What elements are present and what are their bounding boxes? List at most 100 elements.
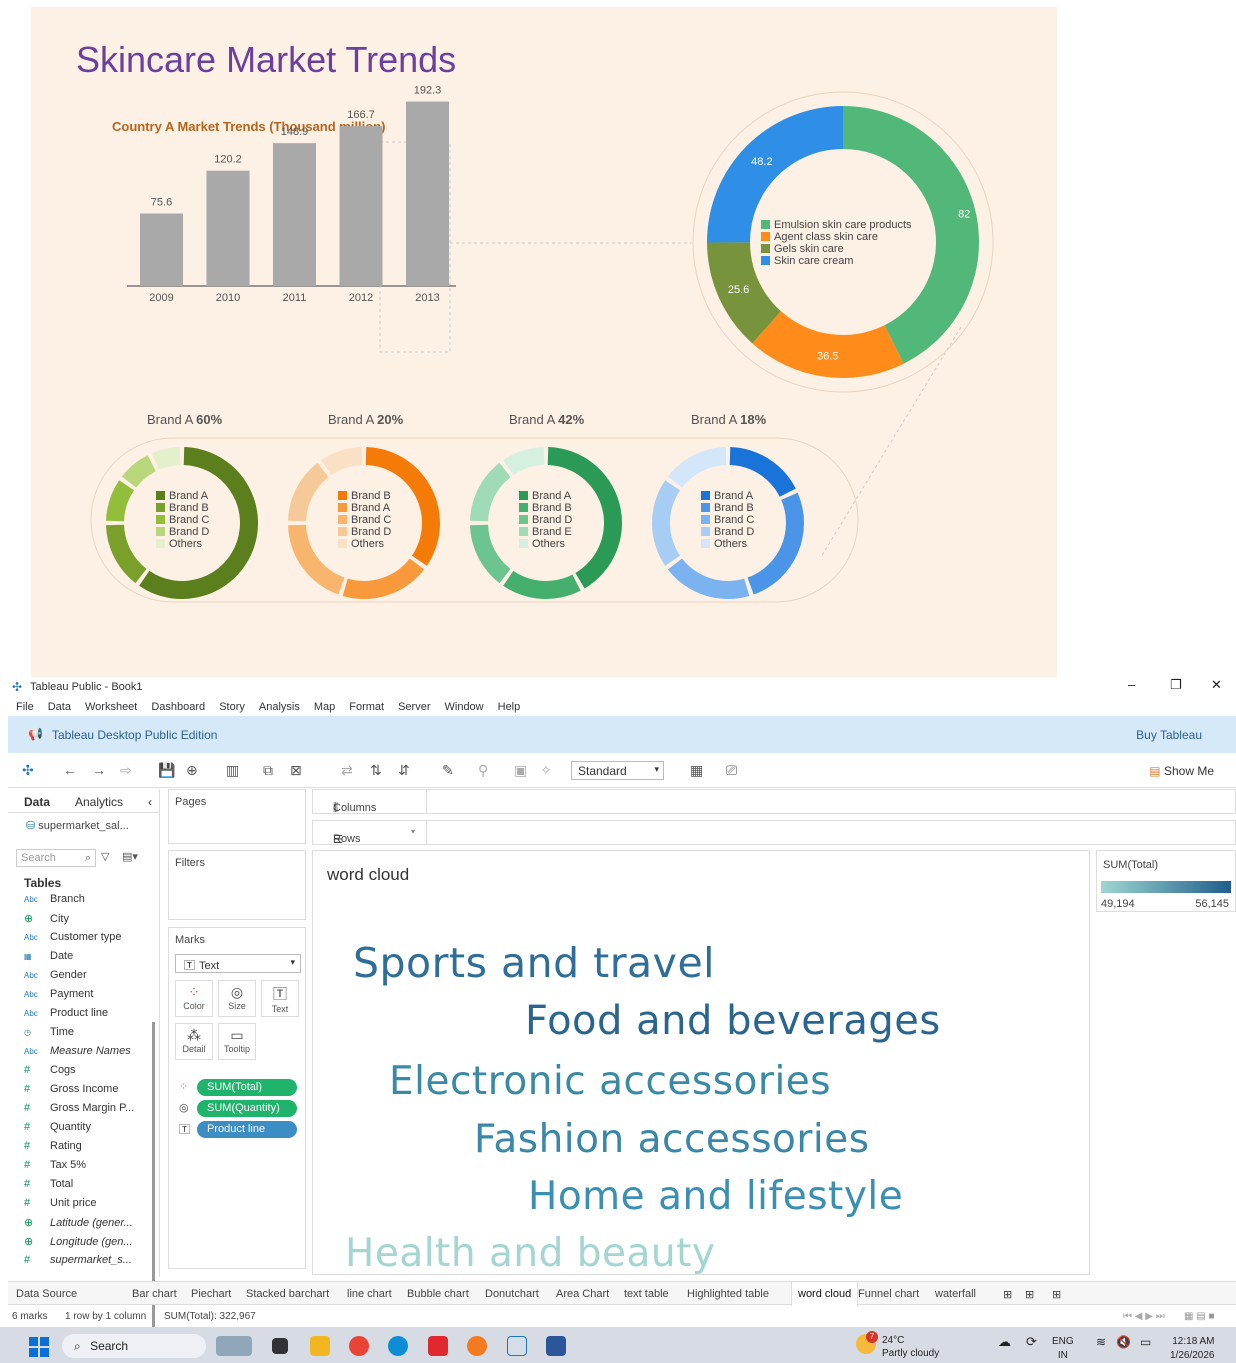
undo-icon[interactable]: ← <box>63 762 77 778</box>
clock[interactable]: 12:18 AM 1/26/2026 <box>1170 1335 1215 1363</box>
new-worksheet-icon[interactable]: ⊞ <box>1003 1288 1012 1301</box>
presentation-icon[interactable]: ⎚ <box>726 762 737 779</box>
word-cloud-word[interactable]: Health and beauty <box>345 1231 715 1274</box>
field-item[interactable]: Abc Payment <box>24 988 154 1007</box>
file-explorer-icon[interactable] <box>310 1336 330 1356</box>
field-search-input[interactable]: Search ⌕ <box>16 849 96 867</box>
field-item[interactable]: ▦ Date <box>24 950 154 969</box>
size-button[interactable]: ◎ Size <box>218 980 256 1017</box>
detail-button[interactable]: ⁂ Detail <box>175 1023 213 1060</box>
sort-desc-icon[interactable]: ⇵ <box>398 762 410 779</box>
volume-muted-icon[interactable]: 🔇 <box>1116 1335 1131 1349</box>
new-story-icon[interactable]: ⊞ <box>1052 1288 1061 1301</box>
widget-icon[interactable] <box>216 1336 252 1356</box>
tab-data-source[interactable]: Data Source <box>16 1288 77 1300</box>
word-cloud-word[interactable]: Home and lifestyle <box>528 1174 903 1219</box>
color-legend[interactable]: SUM(Total) 49,194 56,145 <box>1096 850 1236 912</box>
field-item[interactable]: # Quantity <box>24 1121 154 1140</box>
field-item[interactable]: # Rating <box>24 1140 154 1159</box>
language-indicator[interactable]: ENG IN <box>1052 1335 1074 1363</box>
sheet-tab[interactable]: Highlighted table <box>687 1288 769 1300</box>
fit-dropdown[interactable]: Standard ▾ <box>571 761 664 780</box>
show-cards-icon[interactable]: ▦ <box>690 762 703 779</box>
menu-map[interactable]: Map <box>314 701 335 713</box>
pill-sum-total[interactable]: SUM(Total) <box>197 1079 297 1096</box>
tooltip-button[interactable]: ▭ Tooltip <box>218 1023 256 1060</box>
field-item[interactable]: ⊕ Longitude (gen... <box>24 1235 154 1254</box>
field-item[interactable]: Abc Branch <box>24 893 154 912</box>
field-item[interactable]: Abc Gender <box>24 969 154 988</box>
menu-help[interactable]: Help <box>498 701 521 713</box>
new-dashboard-icon[interactable]: ⊞ <box>1025 1288 1034 1301</box>
field-item[interactable]: ◷ Time <box>24 1026 154 1045</box>
pages-card[interactable]: Pages <box>168 789 306 844</box>
wifi-icon[interactable]: ≋ <box>1096 1335 1106 1349</box>
save-icon[interactable]: 💾 <box>158 762 175 779</box>
pill-product-line[interactable]: Product line <box>197 1121 297 1138</box>
text-button[interactable]: 🅃 Text <box>261 980 299 1017</box>
word-cloud-word[interactable]: Fashion accessories <box>474 1117 870 1162</box>
close-icon[interactable]: ✕ <box>1211 677 1222 693</box>
group-icon[interactable]: ⚲ <box>478 762 488 779</box>
new-worksheet-icon[interactable]: ▥ <box>226 762 239 779</box>
firefox-icon[interactable] <box>467 1336 487 1356</box>
buy-tableau-link[interactable]: Buy Tableau <box>1136 728 1202 742</box>
menu-worksheet[interactable]: Worksheet <box>85 701 137 713</box>
tableau-home-icon[interactable]: ✣ <box>22 762 34 779</box>
field-item[interactable]: # Cogs <box>24 1064 154 1083</box>
field-item[interactable]: # Tax 5% <box>24 1159 154 1178</box>
mark-type-dropdown[interactable]: 🅃 Text ▾ <box>175 954 301 973</box>
tab-analytics[interactable]: Analytics <box>75 795 123 809</box>
rows-dropdown-icon[interactable]: ▾ <box>411 827 415 836</box>
highlight-icon[interactable]: ✎ <box>442 762 454 779</box>
viz-canvas[interactable]: word cloud Sports and travel Food and be… <box>312 850 1090 1275</box>
swap-icon[interactable]: ⇄ <box>341 762 353 779</box>
new-datasource-icon[interactable]: ⊕ <box>186 762 198 779</box>
word-cloud-word[interactable]: Sports and travel <box>353 939 715 987</box>
sheet-tab[interactable]: Funnel chart <box>858 1288 919 1300</box>
menu-window[interactable]: Window <box>445 701 484 713</box>
filter-icon[interactable]: ▽ <box>101 850 109 863</box>
clear-sheet-icon[interactable]: ⊠ <box>290 762 302 779</box>
pill-sum-quantity[interactable]: SUM(Quantity) <box>197 1100 297 1117</box>
menu-format[interactable]: Format <box>349 701 384 713</box>
sheet-tab[interactable]: text table <box>624 1288 669 1300</box>
task-view-icon[interactable] <box>272 1338 288 1354</box>
word-cloud-word[interactable]: Electronic accessories <box>389 1059 831 1104</box>
field-item[interactable]: Abc Measure Names <box>24 1045 154 1064</box>
sheet-tab[interactable]: word cloud <box>791 1282 859 1306</box>
word-cloud-word[interactable]: Food and beverages <box>525 998 941 1044</box>
weather-widget[interactable]: 7 24°C Partly cloudy <box>856 1331 939 1360</box>
taskbar-search[interactable]: ⌕ Search <box>62 1334 206 1358</box>
collapse-pane-icon[interactable]: ‹ <box>148 795 152 809</box>
onedrive-icon[interactable]: ☁ <box>998 1335 1011 1349</box>
sheet-nav-icon[interactable]: ⏮ ◀ ▶ ⏭ <box>1123 1311 1165 1322</box>
edge-icon[interactable] <box>388 1336 408 1356</box>
redo-icon[interactable]: → <box>92 762 106 778</box>
battery-icon[interactable]: ▭ <box>1140 1335 1151 1349</box>
sheet-tab[interactable]: Donutchart <box>485 1288 539 1300</box>
view-options-icon[interactable]: ▤▾ <box>122 850 138 863</box>
field-item[interactable]: Abc Customer type <box>24 931 154 950</box>
show-me-button[interactable]: ▤ Show Me <box>1149 764 1214 778</box>
rows-shelf[interactable]: ☰ Rows ▾ <box>312 820 1236 846</box>
labels-icon[interactable]: ▣ <box>514 762 527 779</box>
grid-view-icon[interactable]: ▦ ▤ ■ <box>1184 1311 1215 1322</box>
tab-data[interactable]: Data <box>24 795 50 809</box>
field-item[interactable]: ⊕ City <box>24 912 154 931</box>
field-item[interactable]: Abc Product line <box>24 1007 154 1026</box>
restore-icon[interactable]: ❐ <box>1170 677 1182 693</box>
columns-shelf[interactable]: ⫼ Columns <box>312 789 1236 814</box>
field-item[interactable]: # supermarket_s... <box>24 1254 154 1273</box>
replay-icon[interactable]: ⇨ <box>120 762 132 779</box>
menu-server[interactable]: Server <box>398 701 430 713</box>
sheet-tab[interactable]: Area Chart <box>556 1288 609 1300</box>
duplicate-icon[interactable]: ⧉ <box>263 762 273 779</box>
sheet-tab[interactable]: line chart <box>347 1288 392 1300</box>
field-item[interactable]: # Gross Income <box>24 1083 154 1102</box>
field-item[interactable]: # Total <box>24 1178 154 1197</box>
datasource-item[interactable]: ⛁ supermarket_sal... <box>26 819 129 832</box>
minimize-icon[interactable]: – <box>1128 677 1135 692</box>
start-button[interactable] <box>29 1337 49 1357</box>
sheet-tab[interactable]: Piechart <box>191 1288 231 1300</box>
